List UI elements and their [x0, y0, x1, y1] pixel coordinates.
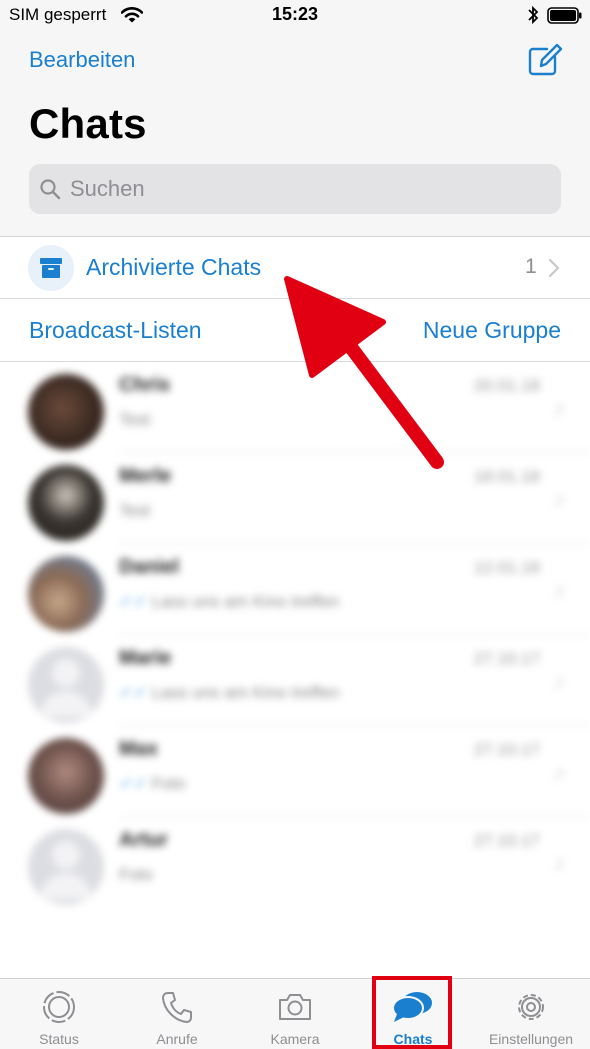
chat-time: 27.10.17 — [473, 649, 540, 668]
avatar-placeholder — [28, 829, 104, 905]
search-input[interactable]: Suchen — [29, 164, 561, 214]
camera-icon — [279, 994, 311, 1020]
chat-row[interactable]: Merle 18.01.18 Test — [0, 453, 590, 544]
chat-preview: Test — [119, 501, 151, 520]
archived-chats-row[interactable]: Archivierte Chats 1 — [0, 237, 590, 298]
avatar — [28, 465, 104, 541]
chat-preview-text: Foto — [151, 774, 186, 793]
chat-list: Chris 20.01.18 Test Merle 18.01.18 Test … — [0, 362, 590, 908]
chevron-right-icon — [550, 676, 564, 690]
search-icon — [40, 179, 61, 200]
battery-icon — [547, 7, 582, 24]
chat-time: 12.01.18 — [473, 558, 540, 577]
tab-status[interactable]: Status — [0, 979, 118, 1049]
chat-preview: ✓✓ Lass uns am Kino treffen — [119, 592, 339, 612]
chat-row[interactable]: Chris 20.01.18 Test — [0, 362, 590, 453]
broadcast-lists-button[interactable]: Broadcast-Listen — [29, 317, 202, 344]
avatar — [28, 738, 104, 814]
read-ticks-icon: ✓✓ — [119, 683, 148, 702]
read-ticks-icon: ✓✓ — [119, 592, 148, 611]
archive-badge — [28, 245, 74, 291]
chat-row[interactable]: Artur 27.10.17 Foto — [0, 817, 590, 908]
chat-name: Artur — [119, 829, 168, 851]
chevron-right-icon — [550, 858, 564, 872]
clock: 15:23 — [271, 4, 319, 24]
new-group-button[interactable]: Neue Gruppe — [423, 317, 561, 344]
chat-preview: ✓✓ Foto — [119, 774, 186, 794]
read-ticks-icon: ✓✓ — [119, 774, 148, 793]
gear-icon — [518, 994, 544, 1020]
archived-count: 1 — [525, 255, 537, 278]
tab-label: Anrufe — [156, 1031, 198, 1047]
chat-preview-text: Lass uns am Kino treffen — [151, 592, 340, 611]
page-title: Chats — [29, 100, 147, 147]
chevron-right-icon — [550, 403, 564, 417]
archive-box-icon — [40, 258, 62, 278]
avatar — [28, 556, 104, 632]
chat-preview: Foto — [119, 865, 154, 884]
status-bar: SIM gesperrt 15:23 — [0, 0, 590, 32]
annotation-highlight-box — [372, 976, 452, 1049]
compose-icon[interactable] — [527, 41, 563, 77]
chat-time: 20.01.18 — [473, 376, 540, 395]
chat-row[interactable]: Daniel 12.01.18 ✓✓ Lass uns am Kino treff… — [0, 544, 590, 635]
chevron-right-icon — [550, 494, 564, 508]
phone-icon — [162, 992, 192, 1023]
chat-name: Daniel — [119, 556, 180, 578]
tab-settings[interactable]: Einstellungen — [472, 979, 590, 1049]
edit-button[interactable]: Bearbeiten — [29, 47, 135, 73]
tab-calls[interactable]: Anrufe — [118, 979, 236, 1049]
tab-label: Status — [39, 1031, 79, 1047]
chat-name: Max — [119, 738, 158, 760]
chat-name: Chris — [119, 374, 171, 396]
chat-name: Marie — [119, 647, 172, 669]
lists-row: Broadcast-Listen Neue Gruppe — [0, 299, 590, 361]
tab-label: Einstellungen — [488, 1031, 574, 1047]
header-area: SIM gesperrt 15:23 Bearbeiten Chats Such… — [0, 0, 590, 237]
chat-row[interactable]: Max 27.10.17 ✓✓ Foto — [0, 726, 590, 817]
search-placeholder: Suchen — [70, 176, 145, 201]
avatar — [28, 374, 104, 450]
status-icon — [43, 991, 75, 1023]
avatar-placeholder — [28, 647, 104, 723]
chat-preview-text: Lass uns am Kino treffen — [151, 683, 340, 702]
tab-camera[interactable]: Kamera — [236, 979, 354, 1049]
chat-row[interactable]: Marie 27.10.17 ✓✓ Lass uns am Kino treffe… — [0, 635, 590, 726]
chat-preview: ✓✓ Lass uns am Kino treffen — [119, 683, 339, 703]
chat-time: 27.10.17 — [473, 831, 540, 850]
chat-name: Merle — [119, 465, 172, 487]
chevron-right-icon — [550, 585, 564, 599]
chat-time: 18.01.18 — [473, 467, 540, 486]
chat-time: 27.10.17 — [473, 740, 540, 759]
tab-label: Kamera — [270, 1031, 320, 1047]
bluetooth-icon — [528, 5, 539, 25]
tab-bar: Status Anrufe Kamera Chats Einstellungen — [0, 978, 590, 1049]
archived-chats-label: Archivierte Chats — [86, 254, 262, 280]
chevron-right-icon — [548, 258, 560, 278]
chevron-right-icon — [550, 767, 564, 781]
chat-preview: Test — [119, 410, 151, 429]
